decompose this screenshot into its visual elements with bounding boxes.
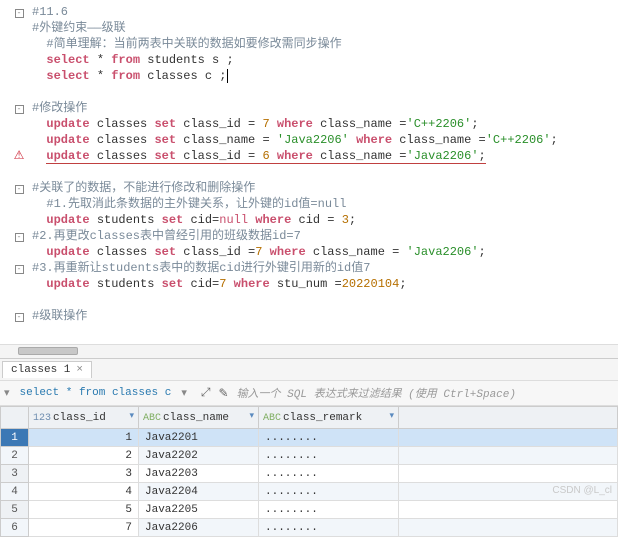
cell-class-remark[interactable]: ........ (259, 519, 399, 537)
code-line[interactable] (30, 292, 618, 308)
row-number-cell[interactable]: 4 (1, 483, 29, 501)
text-type-icon: ABC (143, 413, 161, 424)
cell-spacer (399, 519, 618, 537)
watermark: CSDN @L_cl (552, 485, 612, 496)
code-line[interactable]: #2.再更改classes表中曾经引用的班级数据id=7 (30, 228, 618, 244)
number-type-icon: 123 (33, 413, 51, 424)
result-grid[interactable]: 123class_id ▾ ABCclass_name ▾ ABCclass_r… (0, 406, 618, 537)
grid-header-rownum[interactable] (1, 407, 29, 429)
cell-class-remark[interactable]: ........ (259, 447, 399, 465)
row-number-cell[interactable]: 3 (1, 465, 29, 483)
result-filter-bar: ▾ select * from classes c ▾ ⤢ ✎ 输入一个 SQL… (0, 380, 618, 406)
cell-class-id[interactable]: 4 (29, 483, 139, 501)
column-filter-icon[interactable]: ▾ (389, 411, 394, 421)
filter-hint[interactable]: 输入一个 SQL 表达式来过滤结果 (使用 Ctrl+Space) (233, 385, 516, 401)
code-line[interactable] (30, 324, 618, 340)
edit-filter-icon[interactable]: ✎ (215, 386, 233, 401)
fold-toggle-icon[interactable]: - (15, 185, 24, 194)
code-line[interactable] (30, 84, 618, 100)
grid-header-row: 123class_id ▾ ABCclass_name ▾ ABCclass_r… (1, 407, 618, 429)
query-dropdown-icon[interactable]: ▾ (0, 386, 14, 400)
code-line[interactable]: #外键约束——级联 (30, 20, 618, 36)
query-dropdown-icon[interactable]: ▾ (177, 386, 191, 400)
grid-header-class-id[interactable]: 123class_id ▾ (29, 407, 139, 429)
cell-spacer (399, 465, 618, 483)
row-number-cell[interactable]: 5 (1, 501, 29, 519)
code-line[interactable]: #11.6 (30, 4, 618, 20)
cell-class-name[interactable]: Java2206 (139, 519, 259, 537)
code-line[interactable]: update classes set class_id =7 where cla… (30, 244, 618, 260)
table-row[interactable]: 55Java2205........ (1, 501, 618, 519)
grid-header-label: class_name (163, 412, 229, 424)
cell-class-name[interactable]: Java2202 (139, 447, 259, 465)
table-row[interactable]: 22Java2202........ (1, 447, 618, 465)
table-row[interactable]: 67Java2206........ (1, 519, 618, 537)
table-row[interactable]: 33Java2203........ (1, 465, 618, 483)
fold-toggle-icon[interactable]: - (15, 233, 24, 242)
code-line[interactable]: update students set cid=7 where stu_num … (30, 276, 618, 292)
result-tab-classes-1[interactable]: classes 1 × (2, 361, 92, 378)
code-line[interactable]: select * from classes c ; (30, 68, 618, 84)
column-filter-icon[interactable]: ▾ (249, 411, 254, 421)
cell-class-remark[interactable]: ........ (259, 465, 399, 483)
cell-class-name[interactable]: Java2203 (139, 465, 259, 483)
cell-spacer (399, 429, 618, 447)
editor-horizontal-scrollbar[interactable] (0, 344, 618, 358)
code-line[interactable]: update students set cid=null where cid =… (30, 212, 618, 228)
scrollbar-thumb[interactable] (18, 347, 78, 355)
grid-header-label: class_remark (283, 412, 362, 424)
code-line[interactable]: select * from students s ; (30, 52, 618, 68)
cell-class-id[interactable]: 2 (29, 447, 139, 465)
result-tab-label: classes 1 (11, 364, 70, 376)
code-line[interactable]: #级联操作 (30, 308, 618, 324)
fold-toggle-icon[interactable]: - (15, 105, 24, 114)
cell-class-remark[interactable]: ........ (259, 501, 399, 519)
fold-toggle-icon[interactable]: - (15, 313, 24, 322)
cell-class-id[interactable]: 1 (29, 429, 139, 447)
table-row[interactable]: 44Java2204........ (1, 483, 618, 501)
result-tab-bar: classes 1 × (0, 358, 618, 380)
code-line[interactable]: #3.再重新让students表中的数据cid进行外键引用新的id值7 (30, 260, 618, 276)
sql-editor[interactable]: -#11.6#外键约束——级联 #简单理解：当前两表中关联的数据如要修改需同步操… (0, 0, 618, 344)
grid-header-class-remark[interactable]: ABCclass_remark ▾ (259, 407, 399, 429)
code-line[interactable]: update classes set class_id = 6 where cl… (30, 148, 618, 164)
column-filter-icon[interactable]: ▾ (129, 411, 134, 421)
cell-class-name[interactable]: Java2201 (139, 429, 259, 447)
code-line[interactable]: update classes set class_name = 'Java220… (30, 132, 618, 148)
cell-class-remark[interactable]: ........ (259, 483, 399, 501)
code-line[interactable]: #关联了的数据，不能进行修改和删除操作 (30, 180, 618, 196)
cell-spacer (399, 501, 618, 519)
row-number-cell[interactable]: 1 (1, 429, 29, 447)
code-line[interactable]: #简单理解：当前两表中关联的数据如要修改需同步操作 (30, 36, 618, 52)
code-line[interactable]: update classes set class_id = 7 where cl… (30, 116, 618, 132)
error-icon: ⚠ (14, 149, 25, 163)
cell-class-name[interactable]: Java2205 (139, 501, 259, 519)
grid-header-spacer (399, 407, 618, 429)
cell-class-id[interactable]: 7 (29, 519, 139, 537)
cell-spacer (399, 447, 618, 465)
cell-class-remark[interactable]: ........ (259, 429, 399, 447)
code-line[interactable] (30, 164, 618, 180)
grid-header-class-name[interactable]: ABCclass_name ▾ (139, 407, 259, 429)
fold-toggle-icon[interactable]: - (15, 9, 24, 18)
code-line[interactable]: #修改操作 (30, 100, 618, 116)
expand-icon[interactable]: ⤢ (197, 386, 215, 400)
row-number-cell[interactable]: 6 (1, 519, 29, 537)
code-line[interactable]: #1.先取消此条数据的主外键关系，让外键的id值=null (30, 196, 618, 212)
active-query-text[interactable]: select * from classes c (14, 387, 178, 399)
table-row[interactable]: 11Java2201........ (1, 429, 618, 447)
cell-class-id[interactable]: 5 (29, 501, 139, 519)
grid-header-label: class_id (53, 412, 106, 424)
text-type-icon: ABC (263, 413, 281, 424)
cell-class-id[interactable]: 3 (29, 465, 139, 483)
fold-toggle-icon[interactable]: - (15, 265, 24, 274)
close-icon[interactable]: × (76, 364, 83, 376)
row-number-cell[interactable]: 2 (1, 447, 29, 465)
cell-class-name[interactable]: Java2204 (139, 483, 259, 501)
